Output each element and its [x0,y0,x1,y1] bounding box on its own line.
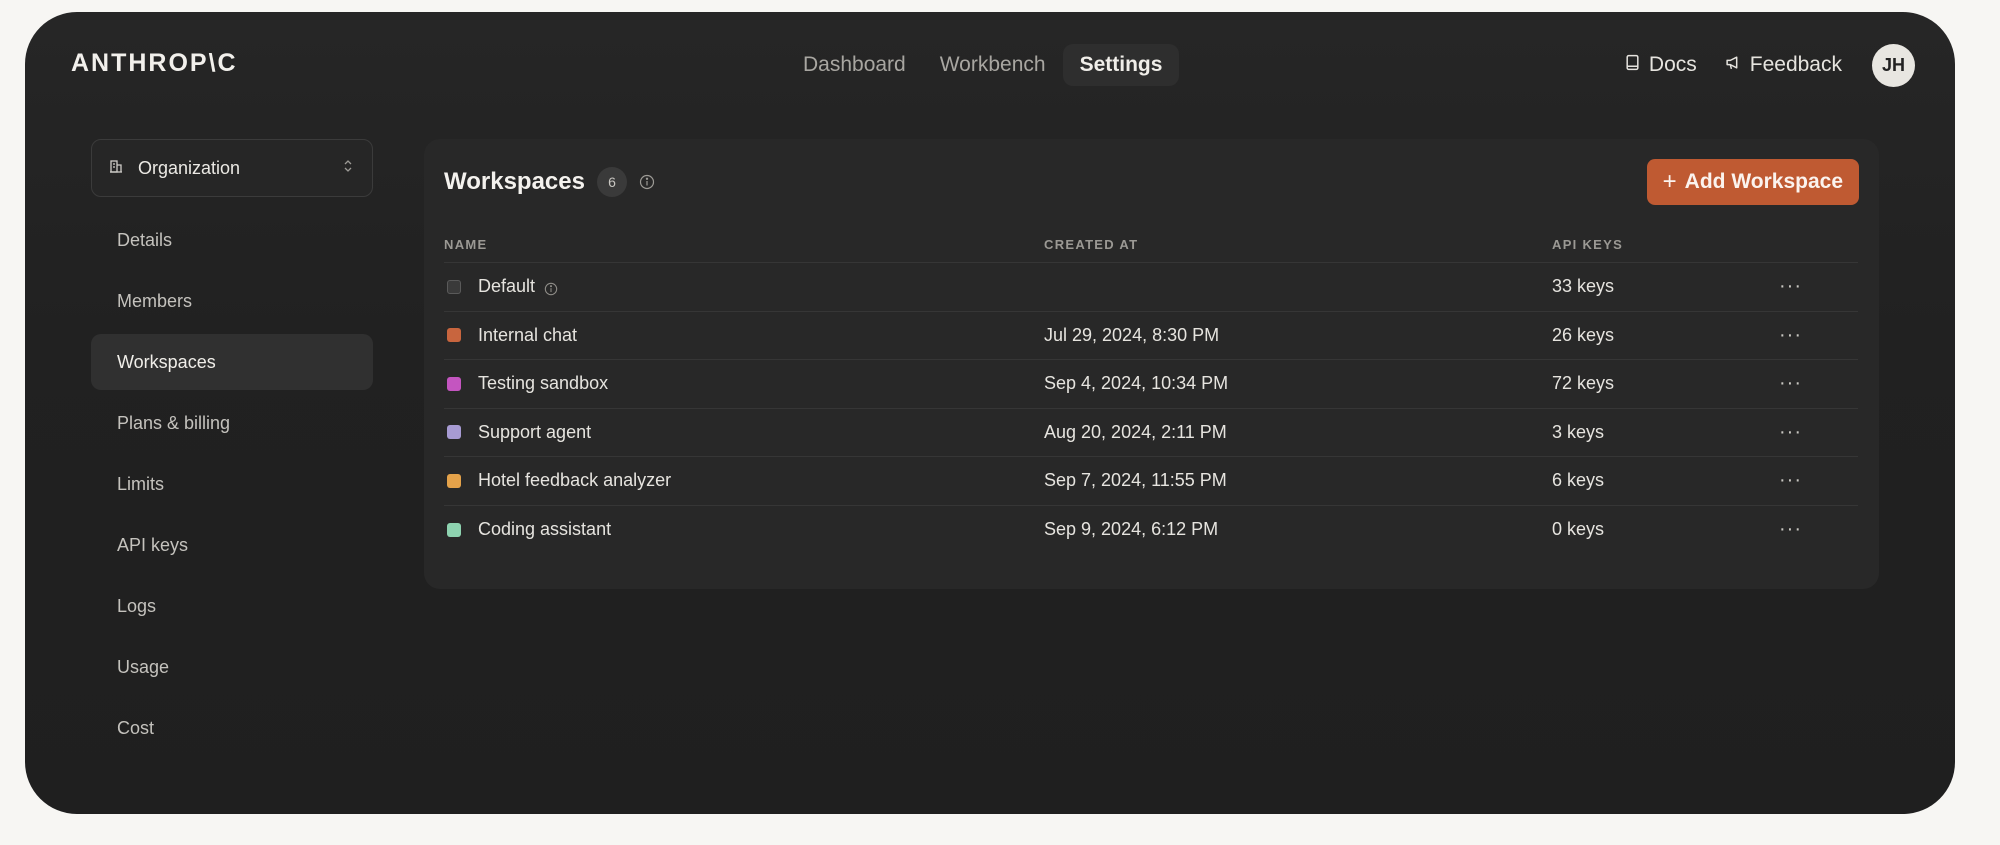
workspace-created-at: Sep 7, 2024, 11:55 PM [1044,470,1227,491]
workspace-name: Default [478,276,536,297]
workspace-created-at: Jul 29, 2024, 8:30 PM [1044,324,1220,345]
organization-select-label: Organization [138,157,241,178]
settings-sidebar: Organization Details Members Workspaces … [91,139,373,761]
more-options-icon[interactable]: ··· [1778,421,1802,443]
workspace-created-at: Sep 9, 2024, 6:12 PM [1044,519,1219,540]
workspace-api-keys: 3 keys [1552,421,1605,442]
sidebar-item-api-keys[interactable]: API keys [91,517,373,573]
chevron-up-down-icon [340,158,356,179]
sidebar-item-limits[interactable]: Limits [91,456,373,512]
add-workspace-label: Add Workspace [1684,170,1843,193]
nav-settings[interactable]: Settings [1062,44,1180,86]
table-row[interactable]: Coding assistant Sep 9, 2024, 6:12 PM 0 … [444,506,1858,555]
table-row[interactable]: Hotel feedback analyzer Sep 7, 2024, 11:… [444,457,1858,506]
workspace-color-swatch [447,425,461,440]
docs-link[interactable]: Docs [1624,53,1697,77]
building-icon [108,158,124,179]
workspace-api-keys: 26 keys [1552,324,1615,345]
info-icon[interactable] [544,280,558,295]
more-options-icon[interactable]: ··· [1778,275,1802,297]
column-header-api-keys[interactable]: API KEYS [1552,237,1778,252]
table-row[interactable]: Internal chat Jul 29, 2024, 8:30 PM 26 k… [444,312,1858,360]
more-options-icon[interactable]: ··· [1778,469,1802,491]
more-options-icon[interactable]: ··· [1778,372,1802,394]
info-icon[interactable] [639,174,655,190]
docs-label: Docs [1648,53,1697,76]
workspace-name: Hotel feedback analyzer [478,470,672,491]
workspace-api-keys: 72 keys [1552,373,1615,394]
anthropic-logo[interactable]: ANTHROP\C [71,49,238,78]
table-header: NAME CREATED AT API KEYS [444,233,1858,263]
sidebar-item-logs[interactable]: Logs [91,578,373,634]
workspace-name: Support agent [478,421,592,442]
workspace-color-swatch [447,522,461,537]
column-header-name[interactable]: NAME [444,237,1044,252]
sidebar-item-usage[interactable]: Usage [91,639,373,695]
feedback-label: Feedback [1749,53,1842,76]
workspaces-table: NAME CREATED AT API KEYS Default 33 keys… [444,233,1858,554]
table-row[interactable]: Support agent Aug 20, 2024, 2:11 PM 3 ke… [444,409,1858,457]
sidebar-item-plans-billing[interactable]: Plans & billing [91,395,373,451]
sidebar-item-cost[interactable]: Cost [91,700,373,756]
nav-dashboard[interactable]: Dashboard [786,44,923,86]
app-window: ANTHROP\C Dashboard Workbench Settings D… [25,12,1955,814]
workspaces-header: Workspaces 6 + Add Workspace [444,159,1859,205]
sidebar-item-details[interactable]: Details [91,212,373,268]
megaphone-icon [1725,53,1742,77]
workspace-color-swatch [447,279,461,294]
more-options-icon[interactable]: ··· [1778,518,1802,540]
table-row[interactable]: Default 33 keys ··· [444,263,1858,312]
user-avatar[interactable]: JH [1872,43,1915,87]
plus-icon: + [1662,168,1677,195]
workspaces-panel: Workspaces 6 + Add Workspace NAME CREATE… [424,139,1879,589]
workspace-name: Internal chat [478,324,578,345]
workspace-created-at: Sep 4, 2024, 10:34 PM [1044,373,1229,394]
workspace-api-keys: 0 keys [1552,519,1605,540]
page-title: Workspaces [444,168,585,195]
sidebar-item-members[interactable]: Members [91,273,373,329]
book-icon [1624,53,1641,77]
workspace-name: Coding assistant [478,519,612,540]
sidebar-item-workspaces[interactable]: Workspaces [91,334,373,390]
workspace-created-at: Aug 20, 2024, 2:11 PM [1044,421,1227,442]
table-row[interactable]: Testing sandbox Sep 4, 2024, 10:34 PM 72… [444,360,1858,409]
organization-select[interactable]: Organization [91,139,373,197]
sidebar-nav: Details Members Workspaces Plans & billi… [91,212,373,756]
add-workspace-button[interactable]: + Add Workspace [1646,159,1859,205]
workspace-api-keys: 33 keys [1552,276,1615,297]
workspace-color-swatch [447,328,461,343]
top-navigation: Dashboard Workbench Settings [786,42,1180,88]
workspace-color-swatch [447,376,461,391]
feedback-link[interactable]: Feedback [1725,53,1842,77]
workspace-color-swatch [447,473,461,488]
more-options-icon[interactable]: ··· [1778,324,1802,346]
workspace-api-keys: 6 keys [1552,470,1605,491]
workspace-count-badge: 6 [596,167,627,197]
nav-workbench[interactable]: Workbench [923,44,1063,86]
column-header-created-at[interactable]: CREATED AT [1044,237,1552,252]
workspace-name: Testing sandbox [478,373,609,394]
top-right-actions: Docs Feedback JH [1624,42,1915,88]
